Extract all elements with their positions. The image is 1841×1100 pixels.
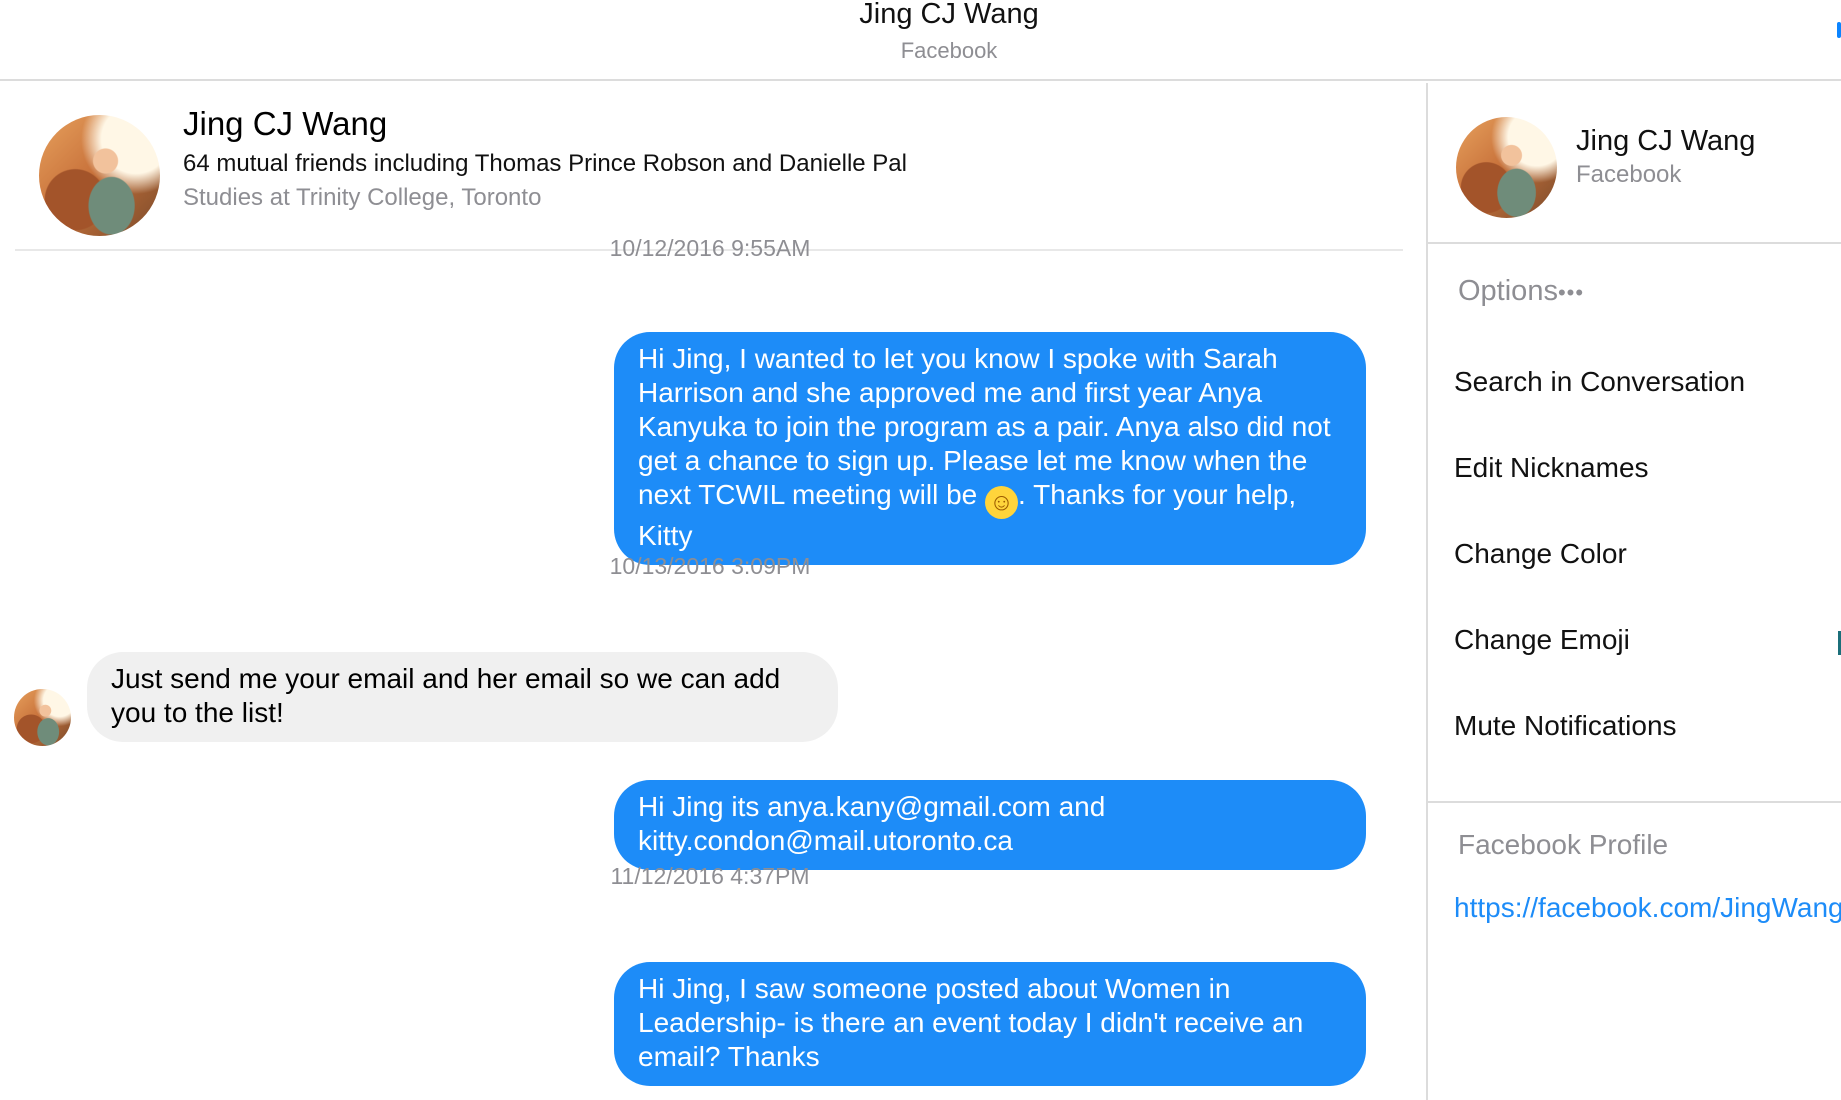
contact-studies: Studies at Trinity College, Toronto	[183, 184, 542, 211]
outgoing-message[interactable]: Hi Jing, I wanted to let you know I spok…	[614, 332, 1366, 565]
panel-header: Jing CJ Wang Facebook	[1428, 83, 1841, 244]
contact-avatar[interactable]	[39, 115, 160, 236]
search-in-conversation-option[interactable]: Search in Conversation	[1454, 366, 1745, 398]
window-subtitle: Facebook	[900, 38, 998, 63]
message-text: Just send me your email and her email so…	[111, 663, 781, 728]
window-title: Jing CJ Wang	[859, 0, 1039, 30]
conversation-details-panel: Jing CJ Wang Facebook Options••• Search …	[1426, 83, 1841, 1100]
change-color-option[interactable]: Change Color	[1454, 538, 1627, 570]
sender-avatar[interactable]	[14, 689, 71, 746]
window-title-bar: Jing CJ Wang Facebook	[0, 0, 1841, 81]
smiling-face-emoji-icon: ☺	[985, 486, 1019, 519]
panel-contact-name[interactable]: Jing CJ Wang	[1576, 125, 1755, 158]
message-text: Hi Jing its anya.kany@gmail.com and kitt…	[638, 791, 1106, 856]
contact-name[interactable]: Jing CJ Wang	[183, 105, 387, 143]
ellipsis-icon[interactable]: •••	[1558, 280, 1584, 305]
contact-header: Jing CJ Wang 64 mutual friends including…	[15, 83, 1403, 251]
incoming-message[interactable]: Just send me your email and her email so…	[87, 652, 838, 742]
message-text: Hi Jing, I saw someone posted about Wome…	[638, 973, 1304, 1072]
message-timestamp: 10/13/2016 3:09PM	[609, 553, 811, 579]
message-timestamp: 10/12/2016 9:55AM	[609, 235, 811, 261]
facebook-profile-label: Facebook Profile	[1458, 829, 1669, 860]
facebook-profile-link[interactable]: https://facebook.com/JingWang	[1454, 892, 1841, 924]
panel-contact-avatar[interactable]	[1456, 117, 1557, 218]
panel-divider	[1428, 801, 1841, 803]
conversation-pane[interactable]: Jing CJ Wang 64 mutual friends including…	[0, 83, 1426, 1100]
message-timestamp: 11/12/2016 4:37PM	[610, 863, 810, 889]
edit-nicknames-option[interactable]: Edit Nicknames	[1454, 452, 1649, 484]
options-label: Options	[1458, 275, 1558, 307]
outgoing-message[interactable]: Hi Jing its anya.kany@gmail.com and kitt…	[614, 780, 1366, 870]
panel-contact-source: Facebook	[1576, 161, 1682, 188]
edge-indicator	[1837, 22, 1841, 38]
options-heading[interactable]: Options•••	[1458, 275, 1584, 308]
mute-notifications-option[interactable]: Mute Notifications	[1454, 710, 1677, 742]
change-emoji-option[interactable]: Change Emoji	[1454, 624, 1630, 656]
outgoing-message[interactable]: Hi Jing, I saw someone posted about Wome…	[614, 962, 1366, 1086]
mutual-friends: 64 mutual friends including Thomas Princ…	[183, 150, 907, 177]
